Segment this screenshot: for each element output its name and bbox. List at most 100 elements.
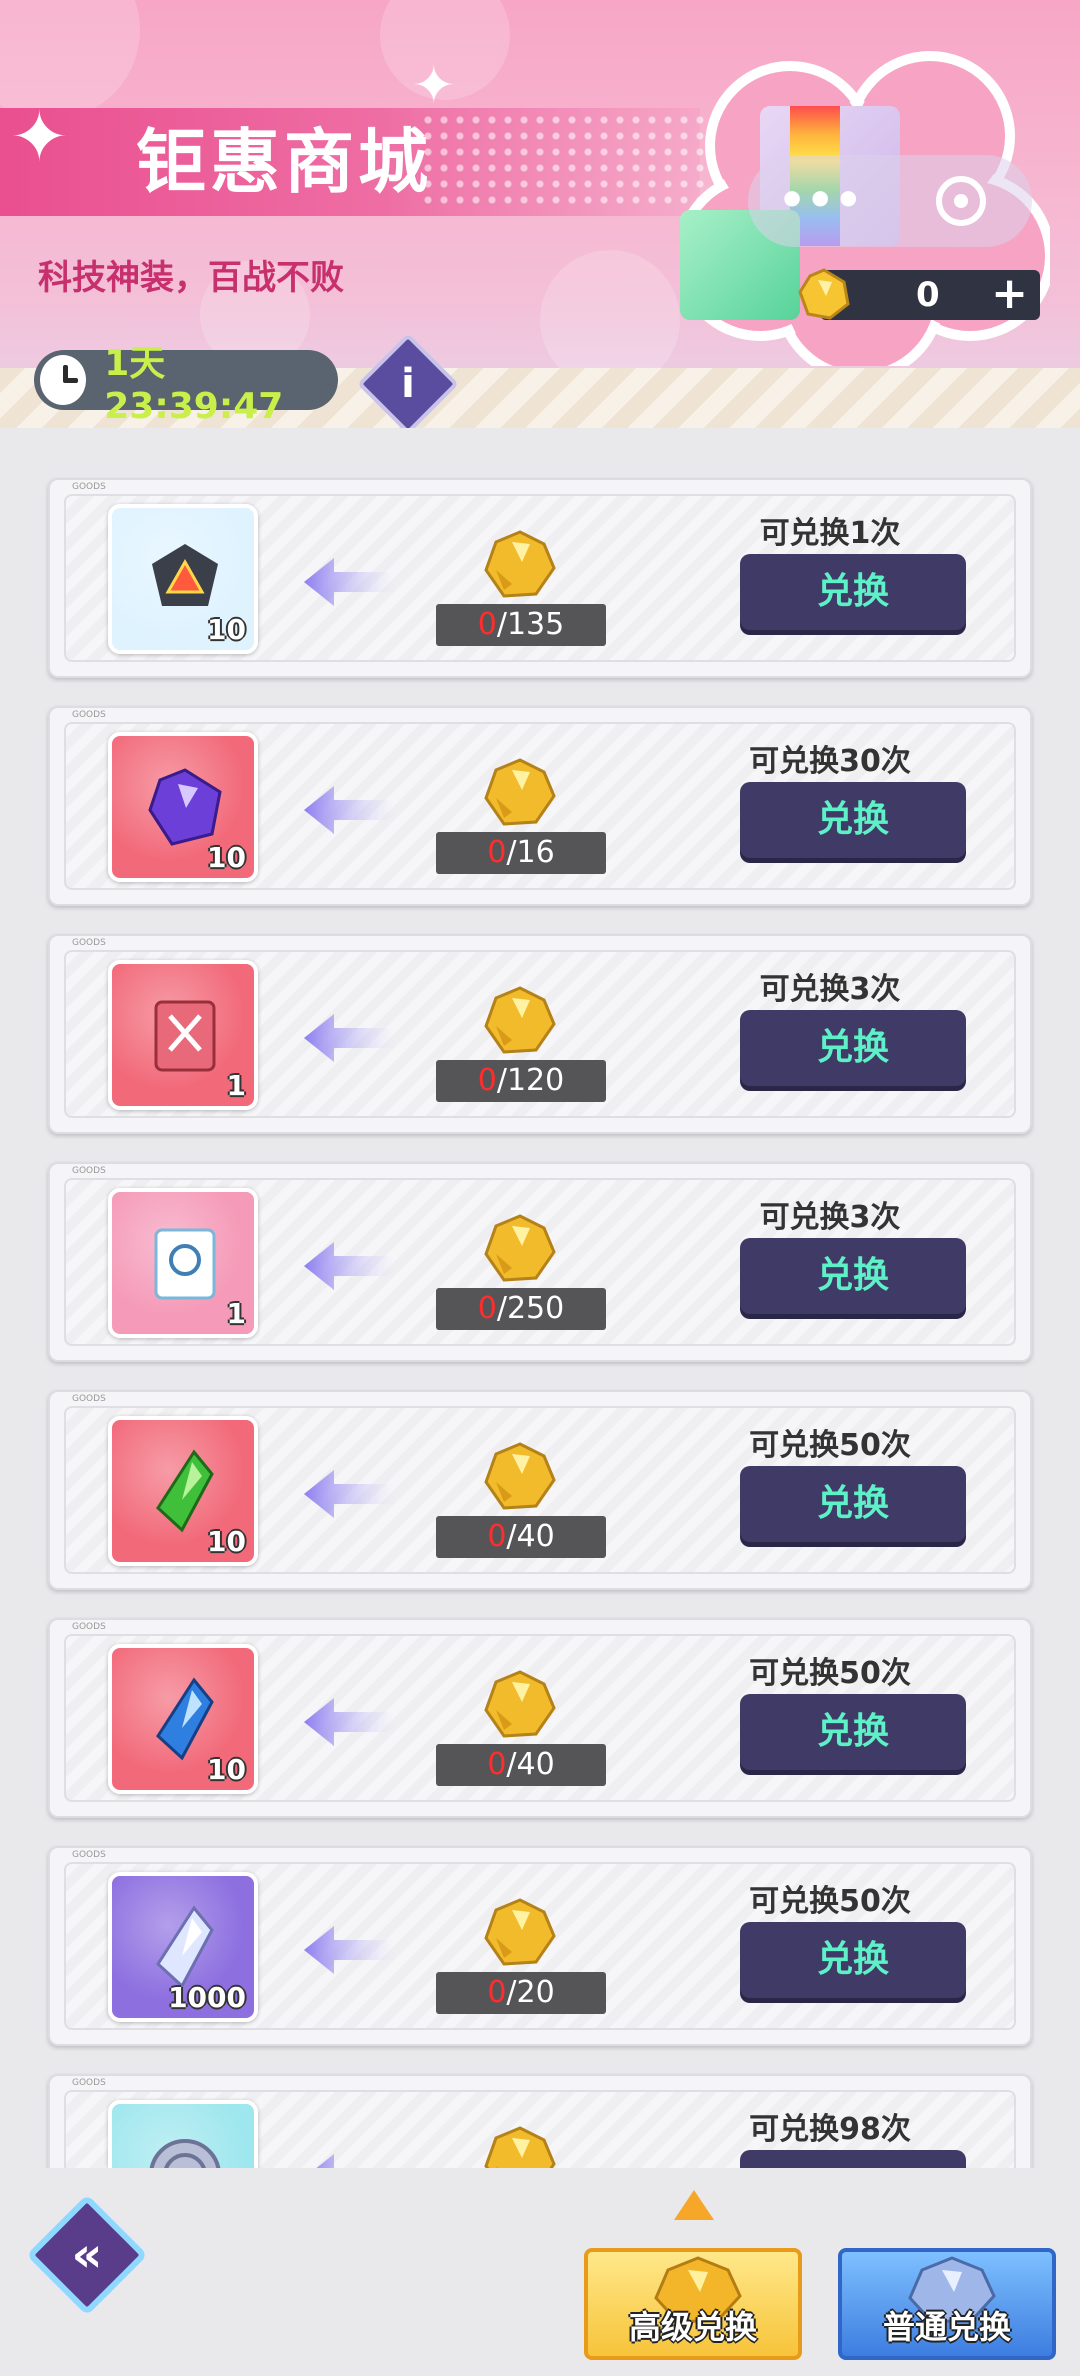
selected-tab-indicator-icon: [674, 2190, 714, 2220]
arrow-left-icon: [304, 1014, 394, 1062]
item-icon[interactable]: 10: [108, 732, 258, 882]
item-quantity: 10: [207, 613, 246, 646]
sparkle-icon: ✦: [412, 56, 456, 116]
owned-amount: 0: [477, 1063, 497, 1098]
exchange-button[interactable]: 兑换: [740, 1694, 966, 1770]
exchange-limit: 可兑换98次: [749, 2112, 911, 2147]
item-icon[interactable]: 10: [108, 1416, 258, 1566]
goods-row: GOODS 1 0/250 可兑换3次 兑换: [48, 1162, 1032, 1362]
gold-gem-icon: [484, 1442, 556, 1510]
goods-tag: GOODS: [72, 710, 106, 720]
goods-row: GOODS 1000 0/20 可兑换50次 兑换: [48, 1846, 1032, 2046]
goods-tag: GOODS: [72, 482, 106, 492]
goods-tag: GOODS: [72, 1394, 106, 1404]
cost-progress: 0/40: [436, 1516, 606, 1558]
arrow-left-icon: [316, 2154, 394, 2168]
tab-normal-exchange[interactable]: 普通兑换: [838, 2248, 1056, 2360]
tab-advanced-exchange[interactable]: 高级兑换: [584, 2248, 802, 2360]
cost-progress: 0/120: [436, 1060, 606, 1102]
double-chevron-left-icon: «: [71, 2227, 103, 2283]
countdown-text: 1天 23:39:47: [104, 342, 284, 427]
currency-counter: 0 +: [820, 270, 1040, 320]
goods-tag: GOODS: [72, 938, 106, 948]
required-amount: /16: [506, 835, 555, 870]
exchange-limit: 可兑换3次: [759, 1200, 901, 1235]
info-icon: i: [401, 361, 415, 407]
item-icon[interactable]: 10: [108, 504, 258, 654]
gold-gem-icon: [484, 1670, 556, 1738]
tab-advanced-label: 高级兑换: [628, 2308, 757, 2346]
title-dots: [420, 112, 710, 212]
goods-row: GOODS 1 0/120 可兑换3次 兑换: [48, 934, 1032, 1134]
white-crystal-icon: [156, 1905, 214, 1989]
exchange-button[interactable]: 兑换: [740, 782, 966, 858]
arrow-left-icon: [304, 1242, 394, 1290]
gold-gem-icon: [484, 1214, 556, 1282]
countdown-timer: 1天 23:39:47: [34, 343, 338, 427]
close-mini-program-button[interactable]: [936, 176, 986, 226]
item-quantity: 10: [207, 841, 246, 874]
arrow-left-icon: [304, 1470, 394, 1518]
item-quantity: 1: [226, 1297, 246, 1330]
currency-amount: 0: [916, 275, 940, 315]
cost-progress: 0/135: [436, 604, 606, 646]
add-currency-button[interactable]: +: [991, 272, 1028, 316]
arrow-left-icon: [304, 558, 394, 606]
goods-tag: GOODS: [72, 1850, 106, 1860]
required-amount: /40: [506, 1519, 555, 1554]
gold-gem-icon: [798, 268, 850, 320]
weapon-ticket-icon: [154, 1000, 216, 1072]
goods-row: GOODS 10 0/16 可兑换30次 兑换: [48, 706, 1032, 906]
goods-list[interactable]: GOODS 10 0/135 可兑换1次 兑换 GOODS 10 0/16 可兑换30次 兑换 GO…: [0, 428, 1080, 2168]
item-icon[interactable]: 1: [108, 960, 258, 1110]
required-amount: /135: [496, 607, 565, 642]
goods-row: GOODS 10 0/40 可兑换50次 兑换: [48, 1390, 1032, 1590]
purple-crystal-icon: [148, 768, 222, 846]
coin-icon: [149, 2139, 221, 2168]
exchange-limit: 可兑换50次: [749, 1884, 911, 1919]
item-icon[interactable]: 1: [108, 1188, 258, 1338]
owned-amount: 0: [487, 1519, 507, 1554]
item-icon[interactable]: 1000: [108, 1872, 258, 2022]
required-amount: /40: [506, 1747, 555, 1782]
blue-crystal-icon: [156, 1677, 214, 1761]
exchange-button[interactable]: [740, 2150, 966, 2168]
item-quantity: 10: [207, 1525, 246, 1558]
exchange-limit: 可兑换50次: [749, 1428, 911, 1463]
cost-progress: 0/16: [436, 832, 606, 874]
owned-amount: 0: [487, 1975, 507, 2010]
tech-part-icon: [152, 544, 218, 606]
more-menu-button[interactable]: •••: [778, 168, 862, 234]
item-icon[interactable]: 10: [108, 1644, 258, 1794]
gold-gem-icon: [484, 1898, 556, 1966]
exchange-button[interactable]: 兑换: [740, 1010, 966, 1086]
exchange-button[interactable]: 兑换: [740, 554, 966, 630]
clock-icon: [40, 355, 87, 405]
chip-ticket-icon: [154, 1228, 216, 1300]
required-amount: /120: [496, 1063, 565, 1098]
page-subtitle: 科技神装，百战不败: [38, 258, 344, 298]
arrow-left-icon: [304, 1698, 394, 1746]
exchange-button[interactable]: 兑换: [740, 1922, 966, 1998]
tab-normal-label: 普通兑换: [882, 2308, 1011, 2346]
arrow-left-icon: [304, 1926, 394, 1974]
owned-amount: 0: [477, 1291, 497, 1326]
exchange-button[interactable]: 兑换: [740, 1466, 966, 1542]
exchange-button[interactable]: 兑换: [740, 1238, 966, 1314]
exchange-limit: 可兑换30次: [749, 744, 911, 779]
goods-row: GOODS 10 0/135 可兑换1次 兑换: [48, 478, 1032, 678]
cost-progress: 0/250: [436, 1288, 606, 1330]
required-amount: /20: [506, 1975, 555, 2010]
item-icon[interactable]: [108, 2100, 258, 2168]
item-quantity: 10: [207, 1753, 246, 1786]
back-button[interactable]: «: [26, 2194, 148, 2316]
cost-progress: 0/40: [436, 1744, 606, 1786]
bottom-bar: « 高级兑换 普通兑换: [0, 2168, 1080, 2376]
goods-row: GOODS 可兑换98次: [48, 2074, 1032, 2168]
exchange-limit: 可兑换3次: [759, 972, 901, 1007]
owned-amount: 0: [487, 1747, 507, 1782]
exchange-limit: 可兑换50次: [749, 1656, 911, 1691]
exchange-limit: 可兑换1次: [759, 516, 901, 551]
owned-amount: 0: [477, 607, 497, 642]
shop-header: ✦ ✦ 钜惠商城 科技神装，百战不败 ••• 0 + 1天 23:39:47 i: [0, 0, 1080, 428]
